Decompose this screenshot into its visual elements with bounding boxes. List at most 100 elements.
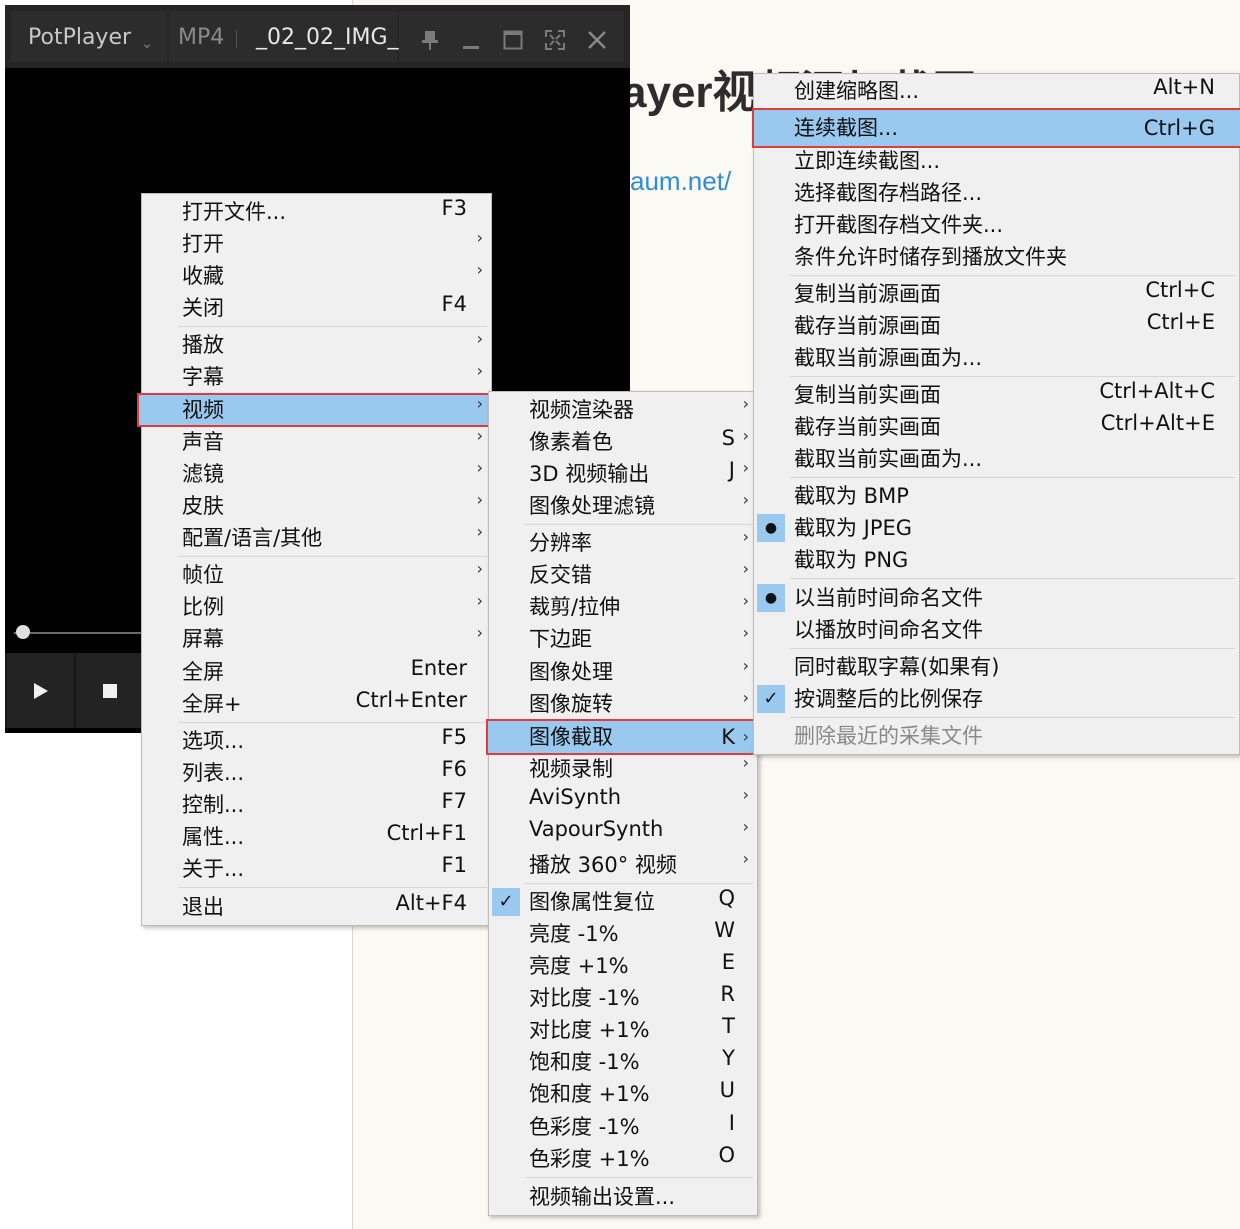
menu-item-open-file[interactable]: 打开文件... F3 [142, 196, 491, 228]
menu-item-ratio[interactable]: 比例 › [142, 591, 491, 623]
menu-item-vapoursynth[interactable]: VapourSynth › [489, 817, 757, 849]
menu-separator [525, 1177, 753, 1178]
menu-item-save-source-frame-as[interactable]: 截取当前源画面为... [754, 342, 1239, 374]
menu-item-avisynth[interactable]: AviSynth › [489, 785, 757, 817]
menu-separator [790, 717, 1235, 718]
menu-item-360-video[interactable]: 播放 360° 视频 › [489, 849, 757, 881]
menu-item-bottom-margin[interactable]: 下边距 › [489, 623, 757, 655]
chevron-right-icon: › [476, 329, 483, 348]
menu-item-shortcut: S [721, 426, 735, 450]
menu-item-shortcut: Ctrl+Enter [355, 688, 467, 712]
menu-item-pixel-shader[interactable]: 像素着色 S › [489, 426, 757, 458]
menu-item-saturation-up[interactable]: 饱和度 +1% U [489, 1078, 757, 1110]
file-tab[interactable]: MP4 _02_02_IMG_( [169, 11, 407, 62]
menu-item-label: 创建缩略图... [794, 79, 920, 103]
menu-item-favorites[interactable]: 收藏 › [142, 260, 491, 292]
menu-item-3d-output[interactable]: 3D 视频输出 J › [489, 458, 757, 490]
menu-item-save-rendered-frame[interactable]: 截存当前实画面 Ctrl+Alt+E [754, 411, 1239, 443]
menu-item-video[interactable]: 视频 › [137, 393, 490, 427]
menu-item-control[interactable]: 控制... F7 [142, 789, 491, 821]
fullscreen-icon[interactable] [541, 29, 569, 57]
menu-item-options[interactable]: 选项... F5 [142, 725, 491, 757]
menu-item-close[interactable]: 关闭 F4 [142, 292, 491, 324]
menu-item-brightness-down[interactable]: 亮度 -1% W [489, 918, 757, 950]
menu-item-subtitles[interactable]: 字幕 › [142, 361, 491, 393]
menu-item-label: 选择截图存档路径... [794, 181, 983, 205]
menu-item-copy-source-frame[interactable]: 复制当前源画面 Ctrl+C [754, 278, 1239, 310]
menu-item-choose-capture-path[interactable]: 选择截图存档路径... [754, 177, 1239, 209]
play-button[interactable] [7, 653, 73, 728]
menu-item-capture-subtitles[interactable]: 同时截取字幕(如果有) [754, 651, 1239, 683]
minimize-icon[interactable] [457, 29, 485, 57]
menu-item-brightness-up[interactable]: 亮度 +1% E [489, 950, 757, 982]
app-menu-button[interactable]: PotPlayer ⌄ [11, 11, 167, 62]
menu-item-label: 图像属性复位 [529, 890, 655, 914]
menu-item-crop-stretch[interactable]: 裁剪/拉伸 › [489, 591, 757, 623]
menu-item-properties[interactable]: 属性... Ctrl+F1 [142, 821, 491, 853]
menu-item-instant-continuous-capture[interactable]: 立即连续截图... [754, 145, 1239, 177]
menu-item-label: 字幕 [182, 365, 224, 389]
menu-item-image-processing[interactable]: 图像处理 › [489, 656, 757, 688]
menu-item-fullscreen-plus[interactable]: 全屏+ Ctrl+Enter [142, 688, 491, 720]
menu-item-deinterlace[interactable]: 反交错 › [489, 559, 757, 591]
menu-item-save-rendered-frame-as[interactable]: 截取当前实画面为... [754, 443, 1239, 475]
menu-item-contrast-down[interactable]: 对比度 -1% R [489, 982, 757, 1014]
menu-item-skins[interactable]: 皮肤 › [142, 490, 491, 522]
menu-item-shortcut: R [720, 982, 735, 1006]
chevron-right-icon: › [476, 260, 483, 279]
stop-button[interactable] [77, 653, 143, 728]
menu-item-image-rotation[interactable]: 图像旋转 › [489, 688, 757, 720]
chevron-right-icon: › [742, 753, 749, 772]
menu-separator [790, 477, 1235, 478]
menu-item-create-thumbnails[interactable]: 创建缩略图... Alt+N [754, 75, 1239, 107]
menu-item-video-record[interactable]: 视频录制 › [489, 753, 757, 785]
menu-item-hue-down[interactable]: 色彩度 -1% I [489, 1111, 757, 1143]
menu-item-about[interactable]: 关于... F1 [142, 853, 491, 885]
menu-item-label: 删除最近的采集文件 [794, 724, 983, 748]
menu-item-capture-jpeg[interactable]: ● 截取为 JPEG [754, 512, 1239, 544]
menu-item-save-source-frame[interactable]: 截存当前源画面 Ctrl+E [754, 310, 1239, 342]
menu-item-label: 关闭 [182, 296, 224, 320]
maximize-icon[interactable] [499, 29, 527, 57]
menu-item-contrast-up[interactable]: 对比度 +1% T [489, 1014, 757, 1046]
radio-dot-icon: ● [757, 514, 785, 542]
menu-item-image-filters[interactable]: 图像处理滤镜 › [489, 490, 757, 522]
menu-item-save-adjusted-ratio[interactable]: ✓ 按调整后的比例保存 [754, 683, 1239, 715]
menu-item-config-language[interactable]: 配置/语言/其他 › [142, 522, 491, 554]
close-icon[interactable] [583, 29, 611, 57]
menu-item-save-to-playback-folder[interactable]: 条件允许时储存到播放文件夹 [754, 241, 1239, 273]
pin-icon[interactable] [416, 29, 444, 57]
menu-item-screen[interactable]: 屏幕 › [142, 623, 491, 655]
menu-item-name-by-current-time[interactable]: ● 以当前时间命名文件 [754, 582, 1239, 614]
menu-item-filters[interactable]: 滤镜 › [142, 458, 491, 490]
menu-item-copy-rendered-frame[interactable]: 复制当前实画面 Ctrl+Alt+C [754, 379, 1239, 411]
menu-item-capture-png[interactable]: 截取为 PNG [754, 544, 1239, 576]
menu-item-label: 属性... [182, 825, 245, 849]
menu-item-playlist[interactable]: 列表... F6 [142, 757, 491, 789]
menu-item-resolution[interactable]: 分辨率 › [489, 527, 757, 559]
seek-bar[interactable] [14, 632, 144, 634]
menu-item-audio[interactable]: 声音 › [142, 426, 491, 458]
page-link-fragment[interactable]: aum.net/ [630, 166, 731, 197]
menu-item-reset-image-properties[interactable]: ✓ 图像属性复位 Q [489, 886, 757, 918]
menu-item-capture-bmp[interactable]: 截取为 BMP [754, 480, 1239, 512]
menu-item-saturation-down[interactable]: 饱和度 -1% Y [489, 1046, 757, 1078]
menu-item-frame[interactable]: 帧位 › [142, 559, 491, 591]
menu-item-continuous-capture[interactable]: 连续截图... Ctrl+G [752, 108, 1240, 148]
menu-item-open[interactable]: 打开 › [142, 228, 491, 260]
menu-item-hue-up[interactable]: 色彩度 +1% O [489, 1143, 757, 1175]
chevron-right-icon: › [742, 559, 749, 578]
menu-item-open-capture-folder[interactable]: 打开截图存档文件夹... [754, 209, 1239, 241]
menu-item-exit[interactable]: 退出 Alt+F4 [142, 891, 491, 923]
menu-item-play[interactable]: 播放 › [142, 329, 491, 361]
menu-item-image-capture[interactable]: 图像截取 K › [486, 719, 756, 755]
menu-item-name-by-playback-time[interactable]: 以播放时间命名文件 [754, 614, 1239, 646]
menu-separator [178, 326, 487, 327]
menu-item-video-output-settings[interactable]: 视频输出设置... [489, 1181, 757, 1213]
chevron-right-icon: › [742, 849, 749, 868]
seek-handle[interactable] [16, 625, 30, 639]
menu-item-fullscreen[interactable]: 全屏 Enter [142, 656, 491, 688]
menu-item-shortcut: Ctrl+E [1146, 310, 1215, 334]
menu-item-shortcut: K [721, 725, 735, 749]
menu-item-video-renderer[interactable]: 视频渲染器 › [489, 394, 757, 426]
